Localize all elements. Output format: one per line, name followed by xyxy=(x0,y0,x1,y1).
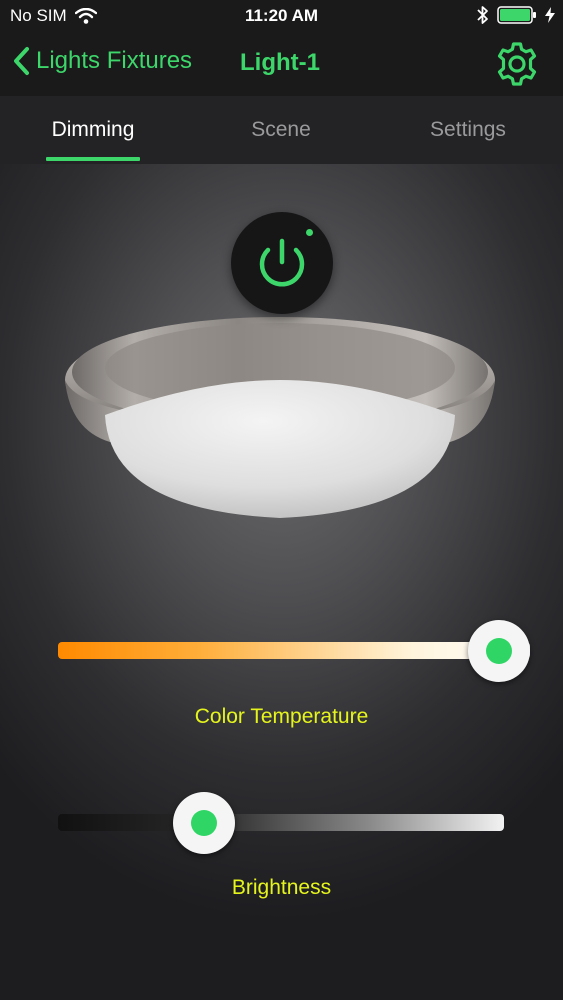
brightness-slider[interactable] xyxy=(58,792,504,854)
tab-bar: Dimming Scene Settings xyxy=(0,96,563,164)
tab-dimming[interactable]: Dimming xyxy=(46,118,140,142)
tab-scene[interactable]: Scene xyxy=(231,118,331,142)
color-temperature-slider[interactable] xyxy=(58,620,530,682)
chevron-left-icon xyxy=(14,47,29,75)
status-bar: No SIM 11:20 AM xyxy=(0,0,563,32)
back-button[interactable]: Lights Fixtures xyxy=(12,46,192,76)
settings-button[interactable] xyxy=(493,40,541,88)
status-right xyxy=(477,5,555,25)
brightness-track xyxy=(58,814,504,831)
brightness-thumb[interactable] xyxy=(173,792,236,854)
app-screen: No SIM 11:20 AM Lights Fixtures Light-1 … xyxy=(0,0,563,1000)
power-button[interactable] xyxy=(231,212,333,314)
active-tab-indicator xyxy=(46,157,140,161)
bolt-icon xyxy=(545,7,555,23)
page-title: Light-1 xyxy=(240,49,320,76)
bluetooth-icon xyxy=(477,6,488,24)
color-temperature-thumb[interactable] xyxy=(468,620,530,682)
light-fixture-image xyxy=(65,317,495,518)
navigation-bar: Lights Fixtures Light-1 xyxy=(0,32,563,96)
gear-icon xyxy=(497,42,537,86)
color-temperature-track xyxy=(58,642,530,659)
back-button-label: Lights Fixtures xyxy=(36,47,193,74)
battery-icon xyxy=(497,6,536,24)
color-temperature-label: Color Temperature xyxy=(194,705,369,728)
tab-settings[interactable]: Settings xyxy=(418,118,518,142)
power-icon xyxy=(259,238,305,287)
power-status-dot xyxy=(306,229,313,236)
brightness-label: Brightness xyxy=(231,876,332,899)
